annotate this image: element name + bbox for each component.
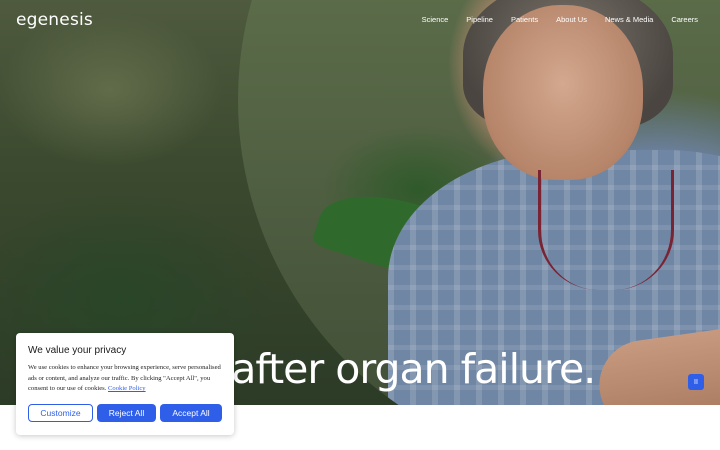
lanyard — [538, 170, 674, 290]
cookie-policy-link[interactable]: Cookie Policy — [108, 385, 146, 392]
nav-about-us[interactable]: About Us — [556, 15, 587, 24]
pause-button[interactable]: II — [688, 374, 704, 390]
site-header: egenesis Science Pipeline Patients About… — [0, 0, 720, 42]
customize-button[interactable]: Customize — [28, 404, 93, 422]
nav-pipeline[interactable]: Pipeline — [466, 15, 493, 24]
nav-patients[interactable]: Patients — [511, 15, 538, 24]
nav-news-media[interactable]: News & Media — [605, 15, 653, 24]
site-logo[interactable]: egenesis — [16, 10, 93, 30]
reject-all-button[interactable]: Reject All — [97, 404, 156, 422]
cookie-banner: We value your privacy We use cookies to … — [16, 333, 234, 435]
nav-science[interactable]: Science — [422, 15, 449, 24]
nav-careers[interactable]: Careers — [671, 15, 698, 24]
main-nav: Science Pipeline Patients About Us News … — [422, 15, 698, 24]
accept-all-button[interactable]: Accept All — [160, 404, 222, 422]
hero-headline-text: e after organ failure. — [195, 345, 596, 393]
cookie-title: We value your privacy — [28, 345, 127, 356]
cookie-body: We use cookies to enhance your browsing … — [28, 363, 228, 395]
pause-icon: II — [694, 378, 698, 386]
